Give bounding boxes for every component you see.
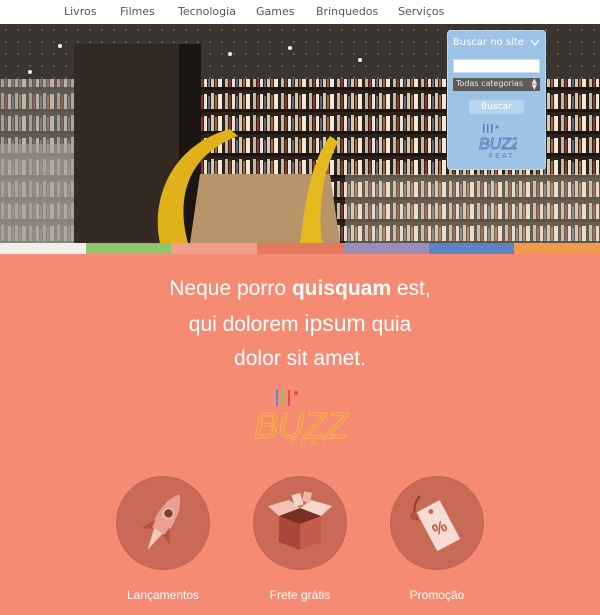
- strip-segment: [428, 243, 515, 254]
- category-select-value: Todas categorias: [456, 79, 524, 88]
- strip-segment: [257, 243, 343, 254]
- headline-text: qui dolorem: [188, 313, 305, 336]
- feature-lancamentos[interactable]: Lançamentos: [115, 476, 211, 602]
- feature-circle: %: [390, 476, 484, 570]
- discount-tag-icon: %: [410, 495, 461, 552]
- buzz-feat-logo-small: BUZZ FEAT: [479, 124, 517, 160]
- top-nav: Livros Filmes Tecnologia Games Brinquedo…: [0, 0, 600, 24]
- headline: Neque porro quisquam est, qui dolorem ip…: [0, 272, 600, 376]
- nav-item-brinquedos[interactable]: Brinquedos: [316, 5, 378, 18]
- rocket-icon: [141, 494, 181, 550]
- strip-segment: [85, 243, 172, 254]
- feature-promocao[interactable]: % Promoção: [389, 476, 485, 602]
- strip-segment: [514, 243, 600, 254]
- headline-text: est,: [391, 277, 431, 300]
- nav-item-games[interactable]: Games: [256, 5, 294, 18]
- buzz-feat-logo: BUZZ FEAT: [253, 390, 350, 449]
- logo-small-main: BUZZ: [479, 136, 517, 153]
- logo-small-sub: FEAT: [489, 153, 514, 160]
- feature-label: Lançamentos: [126, 588, 200, 602]
- color-strip: [0, 243, 600, 254]
- strip-segment: [342, 243, 429, 254]
- hero-banner: Buscar no site Todas categorias ▲ ▼ Busca…: [0, 24, 600, 243]
- brand-logo-sub: FEAT: [290, 438, 331, 449]
- feature-label: Promoção: [409, 588, 465, 602]
- search-panel: Buscar no site Todas categorias ▲ ▼ Busca…: [447, 30, 546, 170]
- nav-item-livros[interactable]: Livros: [64, 5, 96, 18]
- strip-segment: [171, 243, 258, 254]
- nav-item-filmes[interactable]: Filmes: [120, 5, 155, 18]
- category-select[interactable]: Todas categorias ▲ ▼: [453, 78, 540, 91]
- headline-text: Neque porro: [169, 277, 292, 300]
- nav-item-servicos[interactable]: Serviços: [398, 5, 444, 18]
- headline-bold: quisquam: [291, 277, 392, 300]
- feature-circle: [253, 476, 347, 570]
- search-title-label: Buscar no site: [452, 37, 524, 48]
- headline-text: quia: [365, 313, 412, 336]
- search-panel-title[interactable]: Buscar no site: [447, 37, 546, 48]
- strip-segment: [0, 243, 86, 254]
- headline-emphasis: ipsum: [304, 310, 366, 336]
- feature-frete[interactable]: Frete grátis: [252, 476, 348, 602]
- nav-item-tecnologia[interactable]: Tecnologia: [178, 5, 236, 18]
- search-input[interactable]: [453, 59, 540, 73]
- select-arrows-icon: ▲ ▼: [531, 77, 537, 91]
- headline-text: dolor sit amet.: [234, 347, 366, 370]
- promo-section: Neque porro quisquam est, qui dolorem ip…: [0, 254, 600, 615]
- box-icon: [268, 491, 332, 550]
- feature-label: Frete grátis: [269, 588, 331, 602]
- chevron-down-icon: [530, 39, 540, 46]
- feature-circle: [116, 476, 210, 570]
- search-button[interactable]: Buscar: [469, 100, 524, 114]
